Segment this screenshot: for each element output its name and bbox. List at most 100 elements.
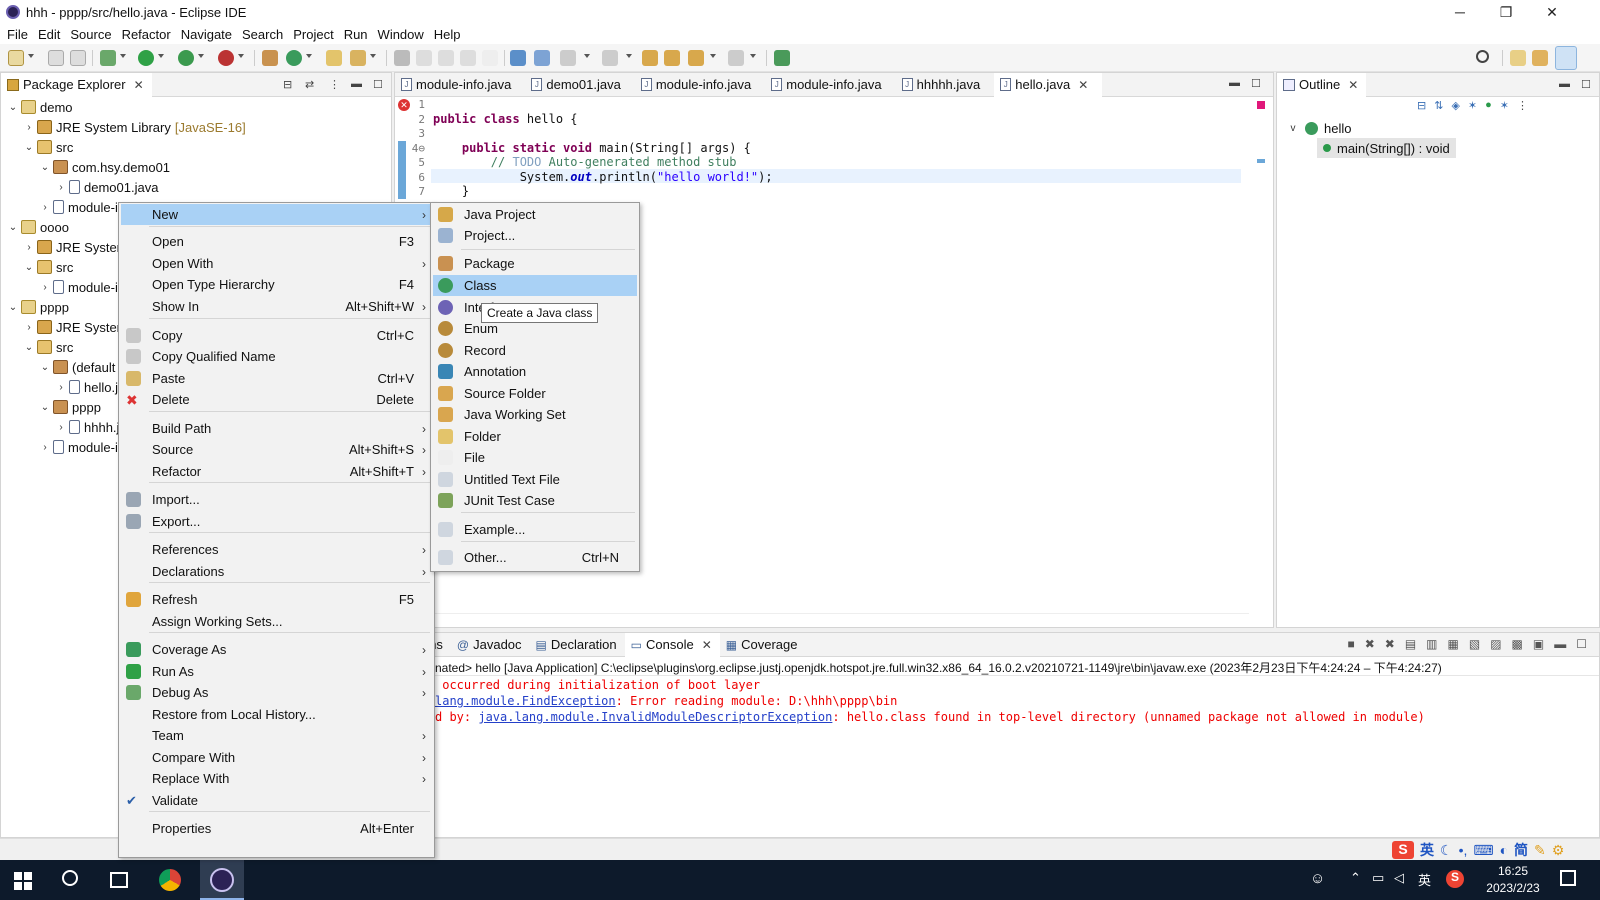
last-edit-icon[interactable] xyxy=(642,50,658,66)
new-annotation[interactable]: Annotation xyxy=(433,361,637,382)
menu-item-replace-with[interactable]: Replace With › xyxy=(121,768,432,789)
menu-item-open-with[interactable]: Open With › xyxy=(121,253,432,274)
next-annotation-icon[interactable] xyxy=(560,50,576,66)
tree-item[interactable]: ⌄ pppp xyxy=(39,397,101,417)
network-icon[interactable]: ▭ xyxy=(1372,870,1384,886)
keyboard-icon[interactable]: ⌨ xyxy=(1473,842,1493,859)
menu-item-new[interactable]: New › xyxy=(121,204,432,225)
forward-edit-icon[interactable] xyxy=(664,50,680,66)
menu-item-build-path[interactable]: Build Path › xyxy=(121,418,432,439)
menu-item-declarations[interactable]: Declarations › xyxy=(121,561,432,582)
remove-all-icon[interactable]: ✖ xyxy=(1385,637,1395,651)
close-icon[interactable]: ✕ xyxy=(1078,78,1088,92)
menu-item-refactor[interactable]: Refactor Alt+Shift+T › xyxy=(121,461,432,482)
zoom-icon[interactable] xyxy=(534,50,550,66)
tab-javadoc[interactable]: @ Javadoc xyxy=(451,633,530,657)
new-example[interactable]: Example... xyxy=(433,519,637,540)
view-menu-icon[interactable]: ⋮ xyxy=(329,78,340,91)
maximize-view-icon[interactable]: ☐ xyxy=(373,78,383,91)
tree-item[interactable]: ⌄ src xyxy=(23,257,74,277)
maximize-view-icon[interactable]: ☐ xyxy=(1576,637,1587,651)
remove-launch-icon[interactable]: ✖ xyxy=(1365,637,1375,651)
exception-link[interactable]: lang.module.FindException xyxy=(435,694,616,708)
menu-file[interactable]: File xyxy=(2,27,33,42)
menu-help[interactable]: Help xyxy=(429,27,466,42)
collapsed-arrow-icon[interactable]: › xyxy=(23,242,35,253)
hide-nonpublic-icon[interactable]: ● xyxy=(1485,99,1492,115)
collapse-all-icon[interactable]: ⊟ xyxy=(283,78,292,91)
menu-item-copy-qualified-name[interactable]: Copy Qualified Name xyxy=(121,346,432,367)
menu-item-references[interactable]: References › xyxy=(121,539,432,560)
skin-icon[interactable]: ✎ xyxy=(1534,842,1546,859)
save-icon[interactable] xyxy=(48,50,64,66)
tree-item[interactable]: › JRE System Library [JavaSE-16] xyxy=(23,117,245,137)
menu-item-paste[interactable]: Paste Ctrl+V xyxy=(121,368,432,389)
display-console-icon[interactable]: ▩ xyxy=(1512,637,1523,651)
menu-item-compare-with[interactable]: Compare With › xyxy=(121,747,432,768)
menu-item-open[interactable]: Open F3 xyxy=(121,231,432,252)
menu-item-properties[interactable]: Properties Alt+Enter xyxy=(121,818,432,839)
tab-module-info-java[interactable]: Jmodule-info.java xyxy=(635,73,765,97)
menu-item-delete[interactable]: ✖ Delete Delete xyxy=(121,389,432,410)
close-icon[interactable]: ✕ xyxy=(1348,78,1358,92)
run-icon[interactable] xyxy=(138,50,154,66)
edit-icon[interactable] xyxy=(416,50,432,66)
terminal-icon[interactable] xyxy=(510,50,526,66)
run-coverage-icon[interactable] xyxy=(178,50,194,66)
punct-icon[interactable]: •, xyxy=(1459,842,1468,858)
close-icon[interactable]: ✕ xyxy=(702,638,712,652)
outline-method-row[interactable]: main(String[]) : void xyxy=(1317,138,1456,158)
close-window-button[interactable]: ✕ xyxy=(1529,0,1575,24)
expanded-arrow-icon[interactable]: ⌄ xyxy=(39,402,51,413)
volume-icon[interactable]: ◁ xyxy=(1394,870,1404,886)
terminate-icon[interactable]: ■ xyxy=(1347,637,1354,651)
tab-hello-java[interactable]: Jhello.java ✕ xyxy=(994,72,1103,97)
windows-start-icon[interactable] xyxy=(14,872,32,890)
menu-project[interactable]: Project xyxy=(288,27,338,42)
pilcrow-icon[interactable] xyxy=(482,50,498,66)
moon-icon[interactable]: ☾ xyxy=(1440,842,1453,859)
external-tools-icon[interactable] xyxy=(218,50,234,66)
menu-item-show-in[interactable]: Show In Alt+Shift+W › xyxy=(121,296,432,317)
notifications-icon[interactable] xyxy=(1560,870,1576,886)
collapsed-arrow-icon[interactable]: › xyxy=(55,382,67,393)
collapsed-arrow-icon[interactable]: › xyxy=(23,322,35,333)
minimize-button[interactable]: ─ xyxy=(1437,0,1483,24)
collapsed-arrow-icon[interactable]: › xyxy=(39,442,51,453)
link-editor-icon[interactable]: ⇄ xyxy=(305,78,314,91)
expanded-arrow-icon[interactable]: ⌄ xyxy=(7,222,19,233)
sogou-tray-icon[interactable]: S xyxy=(1446,870,1464,888)
menu-search[interactable]: Search xyxy=(237,27,288,42)
minimize-view-icon[interactable]: ▬ xyxy=(1559,78,1570,90)
tab-outline[interactable]: Outline ✕ xyxy=(1277,72,1367,97)
settings-icon[interactable]: ⚙ xyxy=(1552,842,1565,859)
expanded-arrow-icon[interactable]: ⌄ xyxy=(7,302,19,313)
menu-item-assign-working-sets[interactable]: Assign Working Sets... xyxy=(121,611,432,632)
new-other[interactable]: Other... Ctrl+N xyxy=(433,547,637,568)
menu-item-import[interactable]: Import... xyxy=(121,489,432,510)
debug-icon[interactable] xyxy=(100,50,116,66)
new-folder[interactable]: Folder xyxy=(433,426,637,447)
menu-item-export[interactable]: Export... xyxy=(121,511,432,532)
menu-refactor[interactable]: Refactor xyxy=(117,27,176,42)
clock-time[interactable]: 16:25 xyxy=(1478,864,1548,878)
ime-simplified[interactable]: 简 xyxy=(1514,840,1528,860)
expanded-arrow-icon[interactable]: ⌄ xyxy=(39,362,51,373)
word-wrap-icon[interactable]: ▥ xyxy=(1426,637,1437,651)
collapse-all-icon[interactable]: ⊟ xyxy=(1417,99,1426,115)
maximize-button[interactable]: ❐ xyxy=(1483,0,1529,24)
tree-item[interactable]: ⌄ src xyxy=(23,337,74,357)
menu-window[interactable]: Window xyxy=(373,27,429,42)
search-taskbar-icon[interactable] xyxy=(62,870,78,886)
sort-icon[interactable]: ⇅ xyxy=(1434,99,1443,115)
clock-date[interactable]: 2023/2/23 xyxy=(1478,881,1548,895)
new-class-icon[interactable] xyxy=(286,50,302,66)
new-class[interactable]: Class xyxy=(433,275,637,296)
tab-module-info-java[interactable]: Jmodule-info.java xyxy=(395,73,525,97)
collapsed-arrow-icon[interactable]: › xyxy=(23,122,35,133)
mark-icon[interactable] xyxy=(438,50,454,66)
chrome-icon[interactable] xyxy=(158,868,182,892)
tab-coverage[interactable]: ▦ Coverage xyxy=(720,633,806,657)
menu-item-open-type-hierarchy[interactable]: Open Type Hierarchy F4 xyxy=(121,274,432,295)
open-perspective-icon[interactable] xyxy=(1510,50,1526,66)
